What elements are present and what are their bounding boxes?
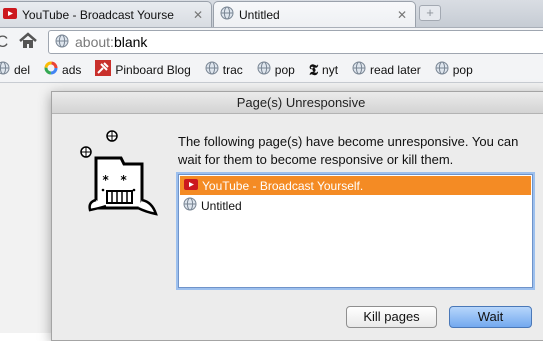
globe-icon: [220, 6, 234, 23]
google-icon: [44, 61, 58, 78]
dialog-title: Page(s) Unresponsive: [52, 92, 543, 114]
tab-title: YouTube - Broadcast Yourse: [22, 7, 174, 22]
unresponsive-page-list[interactable]: YouTube - Broadcast Yourself. Untitled: [178, 174, 533, 288]
url-rest: blank: [113, 34, 148, 50]
bookmark-label: pop: [274, 62, 295, 77]
globe-icon: [257, 61, 271, 78]
close-icon[interactable]: ✕: [191, 8, 205, 22]
address-bar[interactable]: about:blank: [48, 30, 543, 54]
list-item-youtube[interactable]: YouTube - Broadcast Yourself.: [180, 176, 531, 195]
tab-strip: YouTube - Broadcast Yourse ✕ Untitled ✕ …: [0, 0, 543, 28]
reload-icon[interactable]: C: [0, 32, 8, 52]
bookmark-read-later[interactable]: read later: [352, 61, 421, 78]
kill-pages-button[interactable]: Kill pages: [346, 306, 437, 328]
bookmark-ads[interactable]: ads: [44, 61, 81, 78]
list-item-untitled[interactable]: Untitled: [179, 196, 532, 215]
list-item-label: YouTube - Broadcast Yourself.: [202, 178, 364, 193]
globe-icon: [352, 61, 366, 78]
bookmark-pop-2[interactable]: pop: [435, 61, 473, 78]
bookmark-nyt[interactable]: 𝕿 nyt: [309, 61, 338, 79]
dialog-message: The following page(s) have become unresp…: [178, 134, 519, 167]
sad-tab-icon: * *: [76, 128, 176, 228]
globe-icon: [55, 34, 69, 51]
bookmark-label: trac: [222, 62, 243, 77]
pinboard-icon: [95, 60, 112, 79]
globe-icon: [205, 61, 219, 78]
tab-title: Untitled: [239, 7, 280, 22]
bookmark-pop[interactable]: pop: [257, 61, 295, 78]
tab-untitled[interactable]: Untitled ✕: [213, 1, 416, 27]
bookmarks-bar: del ads Pinboard Blog trac pop 𝕿 nyt rea…: [0, 57, 543, 83]
bookmark-label: Pinboard Blog: [115, 62, 191, 77]
globe-icon: [0, 61, 10, 78]
home-icon[interactable]: [17, 30, 39, 52]
bookmark-label: del: [14, 62, 31, 77]
unresponsive-dialog: Page(s) Unresponsive * * The following p…: [51, 91, 543, 341]
globe-icon: [183, 197, 197, 214]
bookmark-label: nyt: [322, 62, 339, 77]
url-text: about:blank: [75, 34, 147, 50]
youtube-icon: [3, 7, 17, 22]
bookmark-label: pop: [452, 62, 473, 77]
bookmark-label: ads: [62, 62, 82, 77]
plus-icon: +: [426, 5, 434, 20]
bookmark-del[interactable]: del: [0, 61, 30, 78]
svg-text:*: *: [102, 173, 109, 187]
new-tab-button[interactable]: +: [419, 5, 441, 21]
tab-youtube[interactable]: YouTube - Broadcast Yourse ✕: [0, 1, 212, 27]
svg-text:*: *: [120, 173, 127, 187]
bookmark-label: read later: [370, 62, 421, 77]
wait-button[interactable]: Wait: [449, 306, 532, 328]
globe-icon: [435, 61, 449, 78]
bookmark-trac[interactable]: trac: [205, 61, 243, 78]
nyt-icon: 𝕿: [308, 60, 319, 79]
list-item-label: Untitled: [201, 198, 242, 213]
url-scheme: about:: [75, 34, 114, 50]
bookmark-pinboard[interactable]: Pinboard Blog: [95, 60, 191, 79]
toolbar: C about:blank: [0, 28, 543, 57]
close-icon[interactable]: ✕: [395, 8, 409, 22]
youtube-icon: [184, 178, 198, 193]
